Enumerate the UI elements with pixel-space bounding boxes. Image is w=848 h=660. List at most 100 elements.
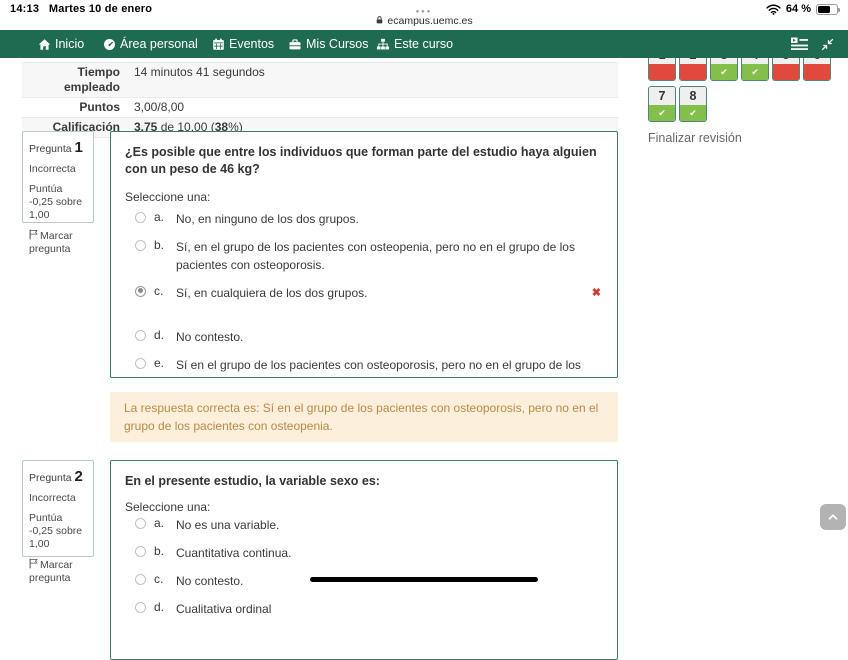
nav-label: Inicio: [55, 37, 84, 51]
option-letter: b.: [154, 544, 176, 558]
calendar-icon: [212, 38, 225, 51]
correct-check-icon: ✔: [711, 64, 737, 80]
question-number: 2: [75, 468, 83, 485]
nav-label: Este curso: [394, 37, 453, 51]
question-label: Pregunta: [29, 472, 72, 484]
option-letter: e.: [154, 356, 176, 370]
summary-row-tiempo: Tiempo empleado 14 minutos 41 segundos: [22, 62, 618, 98]
option-letter: d.: [154, 328, 176, 342]
nav-label: Mis Cursos: [306, 37, 369, 51]
option-letter: a.: [154, 516, 176, 530]
question-text: En el presente estudio, la variable sexo…: [125, 473, 603, 490]
flag-question-link[interactable]: Marcar pregunta: [29, 229, 87, 256]
answer-prompt: Seleccione una:: [125, 190, 603, 204]
incorrect-bar: [649, 64, 675, 80]
option-text: Cuantitativa continua.: [176, 544, 291, 562]
nav-item-mis-cursos[interactable]: Mis Cursos: [288, 30, 369, 58]
answer-option[interactable]: a.No, en ninguno de los dos grupos.: [125, 210, 603, 228]
question-points: Puntúa -0,25 sobre 1,00: [29, 183, 87, 222]
question-label: Pregunta: [29, 143, 72, 155]
answer-prompt: Seleccione una:: [125, 500, 603, 514]
compress-icon: [821, 38, 834, 51]
url-bar[interactable]: ecampus.uemc.es: [0, 15, 848, 27]
attempt-summary-table: Tiempo empleado 14 minutos 41 segundos P…: [22, 62, 618, 138]
option-text: No contesto.: [176, 572, 243, 590]
answer-options: a.No es una variable.b.Cuantitativa cont…: [125, 516, 603, 618]
nav-item-area-personal[interactable]: Área personal: [103, 30, 198, 58]
incorrect-bar: [804, 64, 830, 80]
answer-option[interactable]: a.No es una variable.: [125, 516, 603, 534]
main-navbar: Inicio Área personal Eventos Mis Cursos …: [0, 30, 848, 58]
question-number: 1: [75, 139, 83, 156]
home-indicator-bar[interactable]: [310, 577, 538, 582]
question-points: Puntúa -0,25 sobre 1,00: [29, 512, 87, 551]
question1-info-box: Pregunta 1 Incorrecta Puntúa -0,25 sobre…: [22, 131, 94, 223]
option-text: Sí, en cualquiera de los dos grupos.: [176, 284, 367, 302]
nav-item-este-curso[interactable]: Este curso: [376, 30, 453, 58]
quiz-nav-number: 8: [680, 87, 706, 105]
summary-value: 14 minutos 41 segundos: [128, 63, 618, 82]
question1-content-box: ¿Es posible que entre los individuos que…: [110, 131, 618, 378]
quiz-nav-number: 7: [649, 87, 675, 105]
answer-option[interactable]: c.Sí, en cualquiera de los dos grupos. ✖: [125, 284, 603, 302]
answer-option[interactable]: d.Cualitativa ordinal: [125, 600, 603, 618]
option-radio[interactable]: [135, 546, 146, 557]
option-letter: a.: [154, 210, 176, 224]
battery-percent: 64 %: [786, 3, 811, 15]
lock-icon: [375, 15, 384, 25]
option-radio[interactable]: [135, 358, 146, 369]
question2-info-box: Pregunta 2 Incorrecta Puntúa -0,25 sobre…: [22, 460, 94, 557]
ios-status-bar: 14:13 Martes 10 de enero ●●● ecampus.uem…: [0, 0, 848, 30]
question2-content-box: En el presente estudio, la variable sexo…: [110, 460, 618, 660]
option-text: Sí en el grupo de los pacientes con oste…: [176, 356, 603, 378]
url-text: ecampus.uemc.es: [387, 15, 472, 27]
option-letter: c.: [154, 284, 176, 298]
answer-option[interactable]: b.Sí, en el grupo de los pacientes con o…: [125, 238, 603, 274]
finish-review-link[interactable]: Finalizar revisión: [648, 131, 838, 145]
option-radio[interactable]: [135, 330, 146, 341]
option-radio[interactable]: [135, 286, 146, 297]
sitemap-icon: [376, 38, 390, 51]
battery-icon: [816, 4, 838, 15]
option-radio[interactable]: [135, 240, 146, 251]
option-radio[interactable]: [135, 212, 146, 223]
correct-check-icon: ✔: [649, 105, 675, 121]
question-state: Incorrecta: [29, 492, 87, 505]
summary-row-puntos: Puntos 3,00/8,00: [22, 98, 618, 118]
option-text: No es una variable.: [176, 516, 279, 534]
option-radio[interactable]: [135, 574, 146, 585]
hide-blocks-icon: [791, 37, 808, 51]
correct-check-icon: ✔: [742, 64, 768, 80]
flag-question-link[interactable]: Marcar pregunta: [29, 558, 87, 585]
flag-icon: [29, 558, 38, 569]
question-state: Incorrecta: [29, 163, 87, 176]
correct-check-icon: ✔: [680, 105, 706, 121]
option-radio[interactable]: [135, 602, 146, 613]
nav-item-inicio[interactable]: Inicio: [38, 30, 84, 58]
briefcase-icon: [288, 38, 302, 51]
answer-option[interactable]: b.Cuantitativa continua.: [125, 544, 603, 562]
dashboard-icon: [103, 38, 116, 51]
correct-answer-feedback: La respuesta correcta es: Sí en el grupo…: [110, 392, 618, 442]
option-letter: d.: [154, 600, 176, 614]
incorrect-bar: [680, 64, 706, 80]
home-icon: [38, 38, 51, 51]
option-radio[interactable]: [135, 518, 146, 529]
answer-option[interactable]: e.Sí en el grupo de los pacientes con os…: [125, 356, 603, 378]
scroll-to-top-button[interactable]: [820, 504, 846, 530]
hide-blocks-button[interactable]: [791, 30, 808, 58]
compress-view-button[interactable]: [821, 30, 834, 58]
chevron-up-icon: [826, 510, 840, 524]
nav-label: Área personal: [120, 37, 198, 51]
option-text: Sí, en el grupo de los pacientes con ost…: [176, 238, 603, 274]
answer-option[interactable]: d.No contesto.: [125, 328, 603, 346]
option-letter: c.: [154, 572, 176, 586]
answer-options: a.No, en ninguno de los dos grupos.b.Sí,…: [125, 210, 603, 378]
nav-item-eventos[interactable]: Eventos: [212, 30, 274, 58]
quiz-nav-button-8[interactable]: 8✔: [679, 86, 707, 122]
incorrect-cross-icon: ✖: [592, 286, 601, 299]
wifi-icon: [766, 4, 781, 15]
quiz-nav-button-7[interactable]: 7✔: [648, 86, 676, 122]
incorrect-bar: [773, 64, 799, 80]
option-letter: b.: [154, 238, 176, 252]
